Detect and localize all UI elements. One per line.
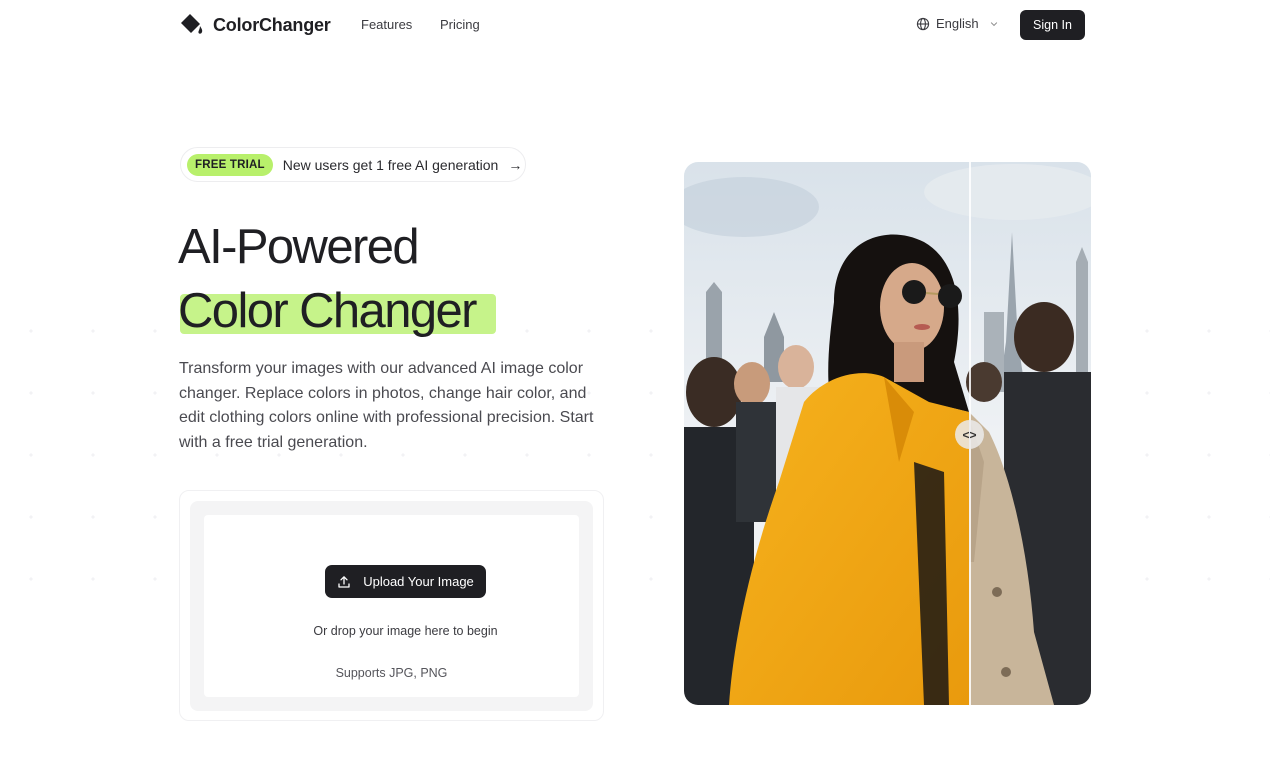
headline-line-2-wrapper: Color Changer: [178, 283, 496, 339]
headline-line-1: AI-Powered: [178, 220, 420, 274]
sign-in-button[interactable]: Sign In: [1020, 10, 1085, 40]
hero-description: Transform your images with our advanced …: [179, 360, 594, 451]
chevron-down-icon: [990, 21, 997, 26]
upload-dropzone-frame: Upload Your Image Or drop your image her…: [190, 501, 593, 711]
free-trial-banner[interactable]: FREE TRIAL New users get 1 free AI gener…: [180, 147, 526, 182]
compare-handle-icon[interactable]: <>: [955, 420, 984, 449]
brand-logo[interactable]: ColorChanger: [178, 12, 331, 38]
upload-image-button[interactable]: Upload Your Image: [325, 565, 486, 598]
headline-line-2: Color Changer: [178, 284, 477, 338]
language-label: English: [936, 16, 979, 31]
arrow-right-icon: →: [508, 156, 523, 173]
nav-pricing-link[interactable]: Pricing: [440, 17, 480, 32]
hero-photo-illustration: [684, 162, 1091, 705]
upload-icon: [338, 575, 350, 588]
top-navbar: ColorChanger Features Pricing English Si…: [0, 0, 1270, 50]
free-trial-badge: FREE TRIAL: [187, 153, 273, 176]
brand-name: ColorChanger: [213, 14, 331, 35]
globe-icon: [916, 17, 930, 30]
supported-formats: Supports JPG, PNG: [335, 666, 448, 680]
upload-card: Upload Your Image Or drop your image her…: [179, 490, 604, 721]
drop-hint: Or drop your image here to begin: [313, 624, 498, 638]
language-selector[interactable]: English: [916, 16, 999, 31]
upload-button-label: Upload Your Image: [363, 574, 474, 589]
logo-bucket-icon: [181, 14, 203, 34]
before-after-comparison-image[interactable]: [684, 162, 1091, 705]
free-trial-text: New users get 1 free AI generation: [282, 156, 499, 173]
nav-features-link[interactable]: Features: [361, 17, 412, 32]
